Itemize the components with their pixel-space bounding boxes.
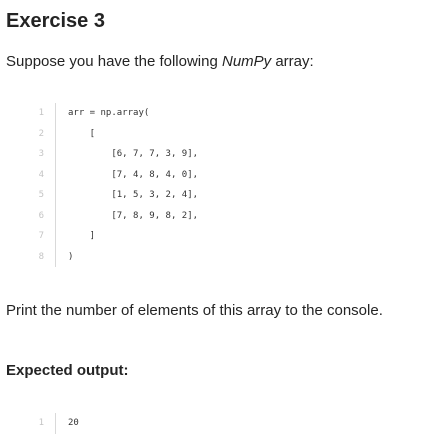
- code-text: [6, 7, 7, 3, 9],: [68, 149, 199, 159]
- gutter-divider: [55, 144, 56, 165]
- intro-paragraph: Suppose you have the following NumPy arr…: [6, 52, 314, 72]
- code-line: 3 [6, 7, 7, 3, 9],: [6, 144, 426, 165]
- line-number: 2: [38, 128, 44, 139]
- gutter-divider: [55, 226, 56, 247]
- code-line: 2 [: [6, 123, 426, 144]
- line-number: 4: [38, 169, 44, 180]
- code-text: ): [68, 251, 74, 262]
- code-text: arr = np.array(: [68, 108, 150, 118]
- code-text: [: [68, 128, 96, 139]
- output-block: 1 20: [6, 413, 426, 434]
- code-line: 5 [1, 5, 3, 2, 4],: [6, 185, 426, 206]
- gutter-divider: [55, 246, 56, 267]
- code-line: 4 [7, 4, 8, 4, 0],: [6, 164, 426, 185]
- gutter-divider: [55, 123, 56, 144]
- intro-suffix: array:: [271, 53, 314, 70]
- output-text: 20: [68, 418, 79, 428]
- exercise-title: Exercise 3: [6, 10, 105, 32]
- line-number: 3: [38, 149, 44, 159]
- code-line: 1 arr = np.array(: [6, 103, 426, 124]
- gutter-divider: [55, 103, 56, 124]
- code-text: ]: [68, 231, 96, 241]
- line-number: 1: [38, 108, 44, 118]
- gutter-divider: [55, 164, 56, 185]
- code-block: 1 arr = np.array( 2 [ 3 [6, 7, 7, 3, 9],…: [6, 103, 426, 267]
- instruction-paragraph: Print the number of elements of this arr…: [6, 302, 383, 319]
- code-line: 8 ): [6, 246, 426, 267]
- code-line: 7 ]: [6, 226, 426, 247]
- gutter-divider: [55, 205, 56, 226]
- code-text: [1, 5, 3, 2, 4],: [68, 190, 199, 200]
- line-number: 7: [38, 231, 44, 241]
- code-text: [7, 8, 9, 8, 2],: [68, 210, 199, 221]
- intro-prefix: Suppose you have the following: [6, 53, 222, 70]
- code-line: 6 [7, 8, 9, 8, 2],: [6, 205, 426, 226]
- gutter-divider: [55, 185, 56, 206]
- expected-output-label: Expected output:: [6, 362, 129, 379]
- line-number: 5: [38, 190, 44, 200]
- line-number: 6: [38, 210, 44, 221]
- code-text: [7, 4, 8, 4, 0],: [68, 169, 199, 180]
- intro-emphasis: NumPy: [221, 53, 272, 70]
- output-line: 1 20: [6, 413, 426, 434]
- line-number: 8: [38, 251, 44, 262]
- line-number: 1: [38, 418, 44, 428]
- gutter-divider: [55, 413, 56, 434]
